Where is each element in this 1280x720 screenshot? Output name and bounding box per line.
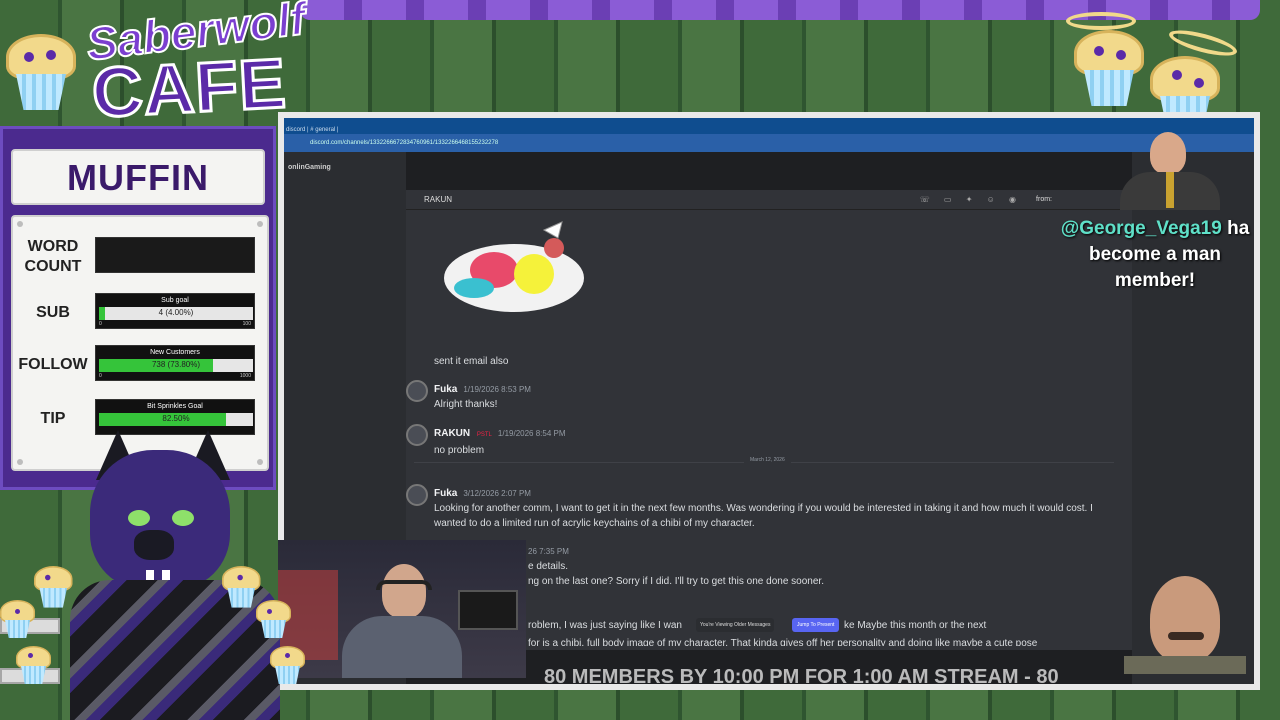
follow-label: FOLLOW	[18, 356, 88, 373]
message-text: Looking for another comm, I want to get …	[434, 503, 1093, 529]
message-timestamp: 26 7:35 PM	[528, 547, 569, 556]
tip-label: TIP	[40, 410, 66, 427]
user-avatar[interactable]	[406, 380, 428, 402]
message-text: sent it email also	[434, 356, 509, 367]
follow-goal-bar: New Customers 738 (73.80%) 0 1000	[95, 345, 255, 381]
muffin-icon	[34, 566, 73, 610]
sub-label: SUB	[36, 304, 70, 321]
message-timestamp: 3/12/2026 2:07 PM	[463, 489, 531, 498]
message-author[interactable]: Fuka	[434, 488, 457, 499]
follow-goal-min: 0	[99, 373, 102, 379]
browser-tab[interactable]: discord | # general |	[286, 127, 338, 133]
sub-goal-min: 0	[99, 321, 102, 327]
channel-name: RAKUN	[424, 195, 453, 204]
chat-message: 26 7:35 PM e details.	[528, 544, 1218, 574]
server-name[interactable]: onlinGaming	[288, 164, 402, 171]
search-from[interactable]: from:	[1036, 190, 1052, 210]
muffin-mascot-icon	[6, 34, 76, 114]
sticker-image	[434, 218, 594, 318]
message-text: ke Maybe this month or the next	[844, 620, 987, 631]
sub-goal-caption: Sub goal	[161, 297, 189, 304]
angel-muffin-icon	[1074, 30, 1144, 110]
older-messages-notice: You're Viewing Older Messages	[696, 618, 775, 632]
streamer-webcam	[278, 540, 526, 678]
word-count-label: WORD COUNT	[24, 238, 82, 275]
alert-line2: become a man	[1089, 244, 1221, 265]
sub-goal-bar: Sub goal 4 (4.00%) 0 100	[95, 293, 255, 329]
message-timestamp: 1/19/2026 8:54 PM	[497, 429, 566, 438]
message-text: no problem	[434, 445, 485, 456]
saberwolf-cafe-logo: Saberwolf CAFE	[0, 0, 309, 134]
menu-title: MUFFIN MENU	[11, 149, 265, 252]
halo-icon	[1066, 12, 1136, 30]
date-divider: March 12, 2026	[414, 457, 1114, 463]
jump-to-present-button[interactable]: Jump To Present	[792, 618, 840, 632]
muffin-icon	[16, 646, 51, 686]
message-author[interactable]: RAKUN	[434, 428, 470, 439]
muffin-icon	[222, 566, 261, 610]
url-bar[interactable]: discord.com/channels/1332266672834760961…	[284, 134, 1254, 152]
chat-message: RAKUN PSTL 1/19/2026 8:54 PM no problem	[434, 426, 1124, 458]
sub-goal-max: 100	[242, 321, 251, 327]
chat-header: RAKUN ☏ ▭ ✦ ☺ ◉ from:	[406, 190, 1132, 210]
membership-alert: @George_Vega19 ha become a man member!	[1040, 216, 1270, 294]
muffin-icon	[256, 600, 291, 640]
alert-name-suffix: ha	[1221, 218, 1250, 239]
tip-goal-value: 82.50%	[162, 414, 190, 423]
alert-line3: member!	[1114, 270, 1196, 291]
muffin-icon	[270, 646, 305, 686]
follow-goal-max: 1000	[239, 373, 251, 379]
sub-goal-value: 4 (4.00%)	[158, 308, 194, 317]
message-text: e details.	[528, 561, 569, 572]
chat-message: Fuka 1/19/2026 8:53 PM Alright thanks!	[434, 382, 1124, 412]
role-tag: PSTL	[476, 432, 492, 438]
follow-goal-caption: New Customers	[150, 349, 200, 356]
browser-tab-bar[interactable]: discord | # general |	[284, 118, 1254, 134]
header-action-icons[interactable]: ☏ ▭ ✦ ☺ ◉	[920, 190, 1022, 210]
message-author[interactable]: Fuka	[434, 384, 457, 395]
message-text: ng on the last one? Sorry if I did. I'll…	[528, 576, 824, 587]
mustache-man-overlay	[1124, 570, 1246, 674]
muffin-icon	[0, 600, 35, 640]
meme-person-overlay	[1110, 124, 1230, 210]
tip-goal-caption: Bit Sprinkles Goal	[147, 403, 203, 410]
message-text: Alright thanks!	[434, 399, 498, 410]
alert-username: @George_Vega19	[1060, 218, 1222, 239]
date-divider-label: March 12, 2026	[744, 457, 791, 463]
message-text: for is a chibi, full body image of my ch…	[528, 638, 1038, 646]
chat-message: Fuka 3/12/2026 2:07 PM Looking for anothe…	[434, 486, 1124, 531]
follow-goal-value: 738 (73.80%)	[151, 360, 201, 369]
message-timestamp: 1/19/2026 8:53 PM	[463, 385, 531, 394]
user-avatar[interactable]	[406, 484, 428, 506]
word-count-box	[95, 237, 255, 273]
logo-line2: CAFE	[89, 42, 290, 133]
user-avatar[interactable]	[406, 424, 428, 446]
message-text: roblem, I was just saying like I wan	[528, 620, 682, 631]
